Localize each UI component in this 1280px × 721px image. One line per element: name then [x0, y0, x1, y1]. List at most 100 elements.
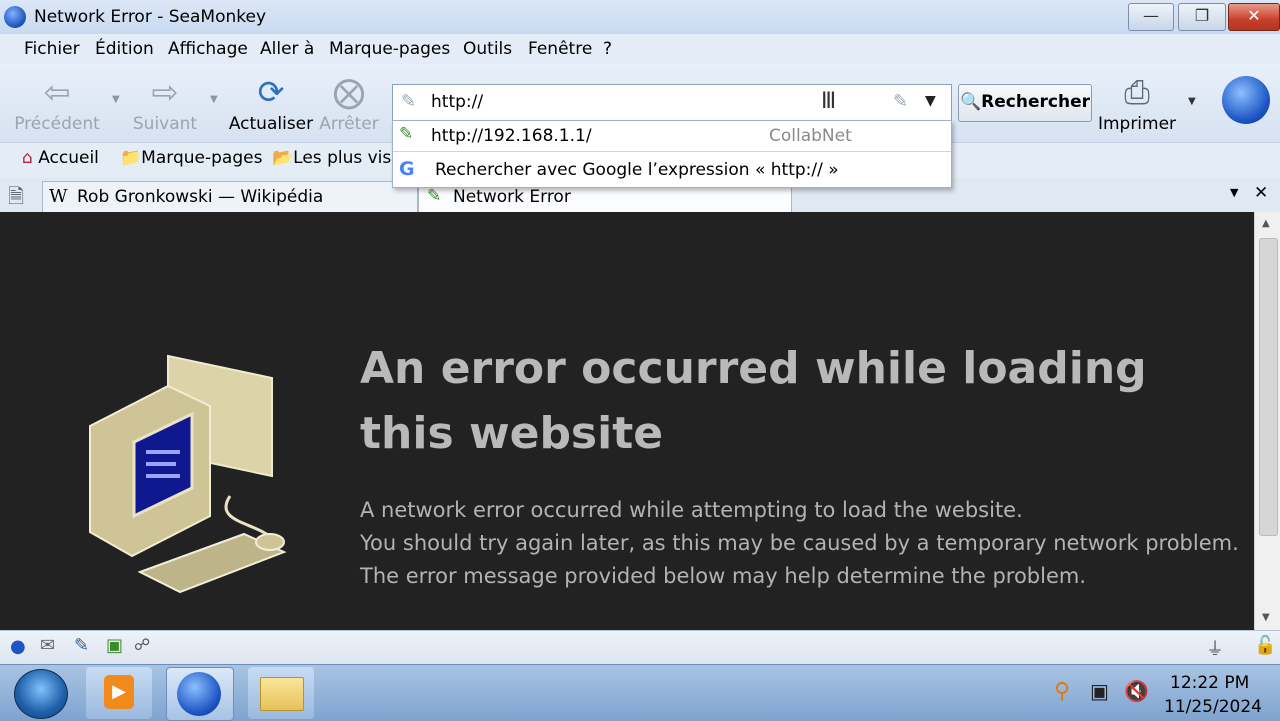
back-button[interactable]: ⇦ Précédent [14, 70, 100, 136]
folder-icon: 📁 [120, 148, 142, 168]
reload-icon: ⟳ [257, 73, 285, 111]
security-lock-icon: 🔓 [1254, 635, 1277, 656]
mail-icon[interactable]: ✉ [40, 635, 55, 656]
most-visited-icon: 📂 [272, 148, 294, 168]
title-bar: Network Error - SeaMonkey — ❐ ✕ [0, 0, 1280, 35]
tab-wikipedia[interactable]: W Rob Gronkowski — Wikipédia [42, 181, 418, 212]
taskbar-media-player[interactable]: ▶ [86, 667, 152, 719]
stop-label: Arrêter [319, 114, 379, 134]
scroll-up-icon[interactable]: ▲ [1262, 218, 1270, 229]
error-message-line-3: The error message provided below may hel… [360, 564, 1087, 588]
computer-illustration-icon [89, 354, 287, 594]
forward-arrow-icon: ⇨ [151, 73, 179, 111]
search-icon: 🔍 [960, 92, 982, 112]
windows-taskbar: ▶ ⚲ ▣ 🔇 12:22 PM 11/25/2024 [0, 664, 1280, 721]
link-icon: ✎ [399, 124, 414, 144]
search-button[interactable]: 🔍Rechercher [958, 84, 1092, 122]
seamonkey-throbber-icon [1222, 76, 1270, 124]
autocomplete-dropdown: ✎ http://192.168.1.1/ CollabNet G Recher… [392, 120, 952, 188]
menu-marque-pages[interactable]: Marque-pages [329, 39, 450, 59]
media-player-icon: ▶ [104, 675, 134, 709]
reload-button[interactable]: ⟳ Actualiser [228, 70, 314, 136]
search-tray-icon[interactable]: ⚲ [1054, 679, 1070, 704]
reload-label: Actualiser [228, 114, 314, 134]
autocomplete-suggestion[interactable]: ✎ http://192.168.1.1/ CollabNet [393, 121, 951, 151]
volume-muted-icon[interactable]: 🔇 [1124, 679, 1149, 703]
suggestion-url: http://192.168.1.1/ [431, 126, 592, 146]
google-search-suggestion[interactable]: G Rechercher avec Google l’expression « … [393, 155, 951, 187]
error-message-line-1: A network error occurred while attemptin… [360, 498, 1023, 522]
clock-time[interactable]: 12:22 PM [1170, 673, 1249, 693]
bookmark-home-label: Accueil [38, 148, 99, 168]
print-dropdown-icon[interactable]: ▼ [1188, 96, 1196, 107]
menu-edition[interactable]: Édition [95, 39, 154, 59]
online-status-icon: ⏚ [1206, 639, 1224, 660]
menu-outils[interactable]: Outils [463, 39, 512, 59]
back-dropdown-icon[interactable]: ▼ [112, 94, 120, 105]
home-icon: ⌂ [22, 148, 33, 168]
scrollbar-thumb[interactable] [1259, 238, 1278, 536]
menu-help[interactable]: ? [603, 39, 612, 59]
close-icon: ✕ [1247, 6, 1261, 25]
bookmark-home[interactable]: ⌂ Accueil [22, 148, 99, 168]
minimize-icon: — [1143, 6, 1159, 25]
seamonkey-icon [177, 672, 221, 716]
bookmark-most-visited-label: Les plus visi [293, 148, 396, 168]
close-button[interactable]: ✕ [1228, 3, 1280, 31]
bookmark-most-visited[interactable]: 📂Les plus visi [272, 148, 396, 168]
text-cursor-icon: Ⅲ [821, 89, 837, 114]
stop-button[interactable]: ⨂ Arrêter [306, 70, 392, 136]
error-message-line-2: You should try again later, as this may … [360, 531, 1239, 555]
forward-dropdown-icon[interactable]: ▼ [210, 94, 218, 105]
printer-icon: ⎙ [1124, 73, 1150, 111]
bookmark-folder-label: Marque-pages [141, 148, 263, 168]
network-icon[interactable]: ▣ [1090, 679, 1109, 703]
stop-icon: ⨂ [333, 73, 365, 111]
forward-label: Suivant [132, 114, 198, 134]
url-input[interactable] [431, 89, 871, 115]
menu-affichage[interactable]: Affichage [168, 39, 248, 59]
clock-date[interactable]: 11/25/2024 [1164, 697, 1262, 717]
bookmark-folder[interactable]: 📁Marque-pages [120, 148, 262, 168]
new-tab-icon[interactable]: 🗎 [8, 182, 24, 216]
taskbar-seamonkey[interactable] [166, 667, 234, 721]
seamonkey-app-icon [4, 6, 26, 28]
minimize-button[interactable]: — [1128, 3, 1174, 31]
menu-fichier[interactable]: Fichier [24, 39, 80, 59]
back-label: Précédent [14, 114, 100, 134]
restore-icon: ❐ [1194, 6, 1210, 25]
google-search-text: Rechercher avec Google l’expression « ht… [435, 160, 839, 180]
irc-chat-icon[interactable]: ☍ [134, 635, 150, 654]
menu-fenetre[interactable]: Fenêtre [528, 39, 592, 59]
dropdown-separator [393, 151, 951, 152]
forward-button[interactable]: ⇨ Suivant [122, 70, 208, 136]
vertical-scrollbar[interactable]: ▲ ▼ [1254, 212, 1280, 630]
taskbar-explorer[interactable] [248, 667, 314, 719]
bookmark-page-icon[interactable]: ✎ [893, 91, 908, 112]
window-title: Network Error - SeaMonkey [34, 7, 267, 27]
suggestion-title: CollabNet [769, 126, 852, 146]
print-label: Imprimer [1097, 114, 1177, 134]
menu-aller[interactable]: Aller à [260, 39, 314, 59]
url-bar[interactable]: ✎ Ⅲ ✎ ▼ [392, 84, 952, 122]
url-dropdown-icon[interactable]: ▼ [925, 93, 936, 109]
start-button[interactable] [14, 669, 68, 719]
composer-icon[interactable]: ✎ [74, 635, 89, 656]
error-page: An error occurred while loading this web… [0, 212, 1254, 630]
restore-button[interactable]: ❐ [1178, 3, 1226, 31]
browser-component-icon[interactable]: ● [10, 636, 26, 657]
google-icon: G [399, 158, 415, 180]
tab-label: Rob Gronkowski — Wikipédia [77, 187, 324, 207]
folder-icon [260, 677, 304, 711]
tab-list-icon[interactable]: ▼ [1230, 186, 1238, 199]
error-title: An error occurred while loading this web… [360, 343, 1147, 459]
close-tab-icon[interactable]: ✕ [1254, 183, 1268, 203]
scroll-down-icon[interactable]: ▼ [1262, 612, 1270, 623]
search-label: Rechercher [981, 92, 1090, 112]
address-book-icon[interactable]: ▣ [106, 635, 123, 656]
page-icon: ✎ [427, 186, 442, 206]
menu-bar: Fichier Édition Affichage Aller à Marque… [0, 34, 1280, 64]
print-button[interactable]: ⎙ Imprimer [1094, 70, 1180, 136]
wikipedia-icon: W [49, 186, 68, 207]
status-bar: ● ✉ ✎ ▣ ☍ ⏚ 🔓 [0, 630, 1280, 665]
